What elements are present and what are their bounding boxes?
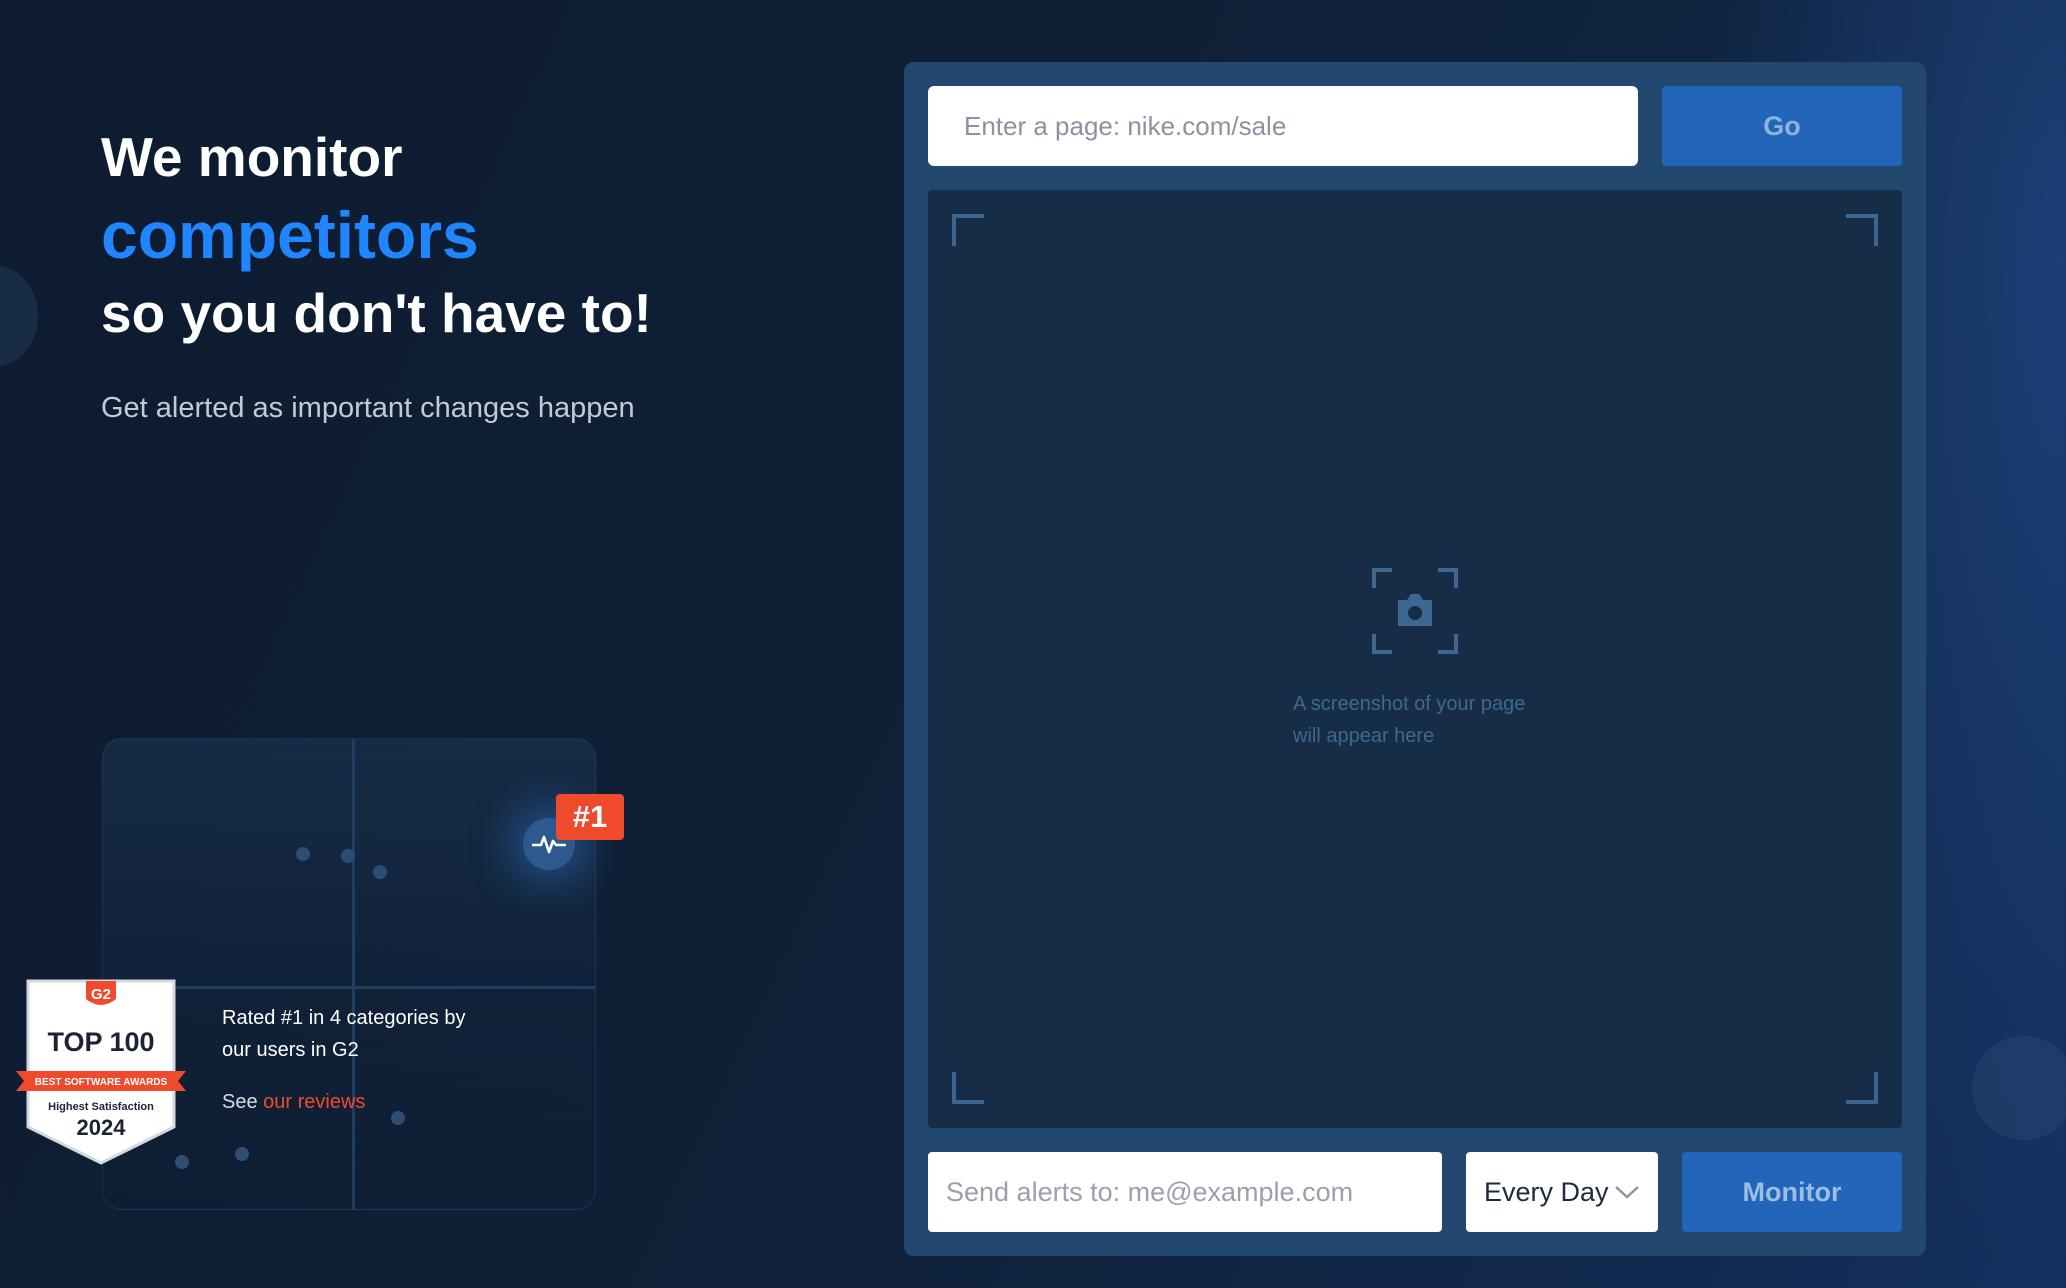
frame-corner-bottom-right	[1846, 1072, 1878, 1104]
decorative-circle-right	[1972, 1036, 2066, 1140]
g2-logo-text: G2	[91, 986, 111, 1003]
preview-placeholder-text: A screenshot of your page will appear he…	[1293, 693, 1526, 747]
camera-icon	[1372, 568, 1458, 654]
hero-title-highlight: competitors	[101, 198, 479, 272]
g2-award-badge: G2 TOP 100 BEST SOFTWARE AWARDS Highest …	[16, 979, 186, 1165]
grid-dot	[296, 847, 310, 861]
our-reviews-link[interactable]: our reviews	[263, 1091, 365, 1113]
screenshot-preview-area: A screenshot of your page will appear he…	[928, 190, 1902, 1128]
g2-rating-text: Rated #1 in 4 categories by our users in…	[222, 1007, 466, 1061]
frame-corner-top-left	[952, 214, 984, 246]
go-button[interactable]: Go	[1662, 86, 1902, 166]
grid-dot	[391, 1111, 405, 1125]
card-grid-horizontal-line	[173, 986, 595, 989]
hero-title-line3: so you don't have to!	[101, 282, 652, 344]
award-title: TOP 100	[47, 1027, 154, 1057]
reviews-line: See our reviews	[222, 1091, 365, 1114]
monitor-button[interactable]: Monitor	[1682, 1152, 1902, 1232]
grid-dot	[373, 865, 387, 879]
grid-dot	[235, 1147, 249, 1161]
alert-email-input[interactable]: Send alerts to: me@example.com	[928, 1152, 1442, 1232]
reviews-prefix: See	[222, 1091, 258, 1113]
chevron-down-icon	[1615, 1186, 1639, 1199]
monitor-panel: Enter a page: nike.com/sale Go A screens…	[904, 62, 1926, 1256]
hero-title-line1: We monitor	[101, 126, 403, 188]
award-ribbon-text: BEST SOFTWARE AWARDS	[35, 1077, 168, 1088]
grid-dot	[341, 849, 355, 863]
hero-title: We monitor competitors so you don't have…	[101, 120, 652, 350]
page-url-input[interactable]: Enter a page: nike.com/sale	[928, 86, 1638, 166]
rank-badge: #1	[556, 794, 624, 840]
award-year: 2024	[77, 1115, 127, 1140]
frequency-select[interactable]: Every Day	[1466, 1152, 1658, 1232]
hero-subtitle: Get alerted as important changes happen	[101, 392, 635, 424]
frequency-value: Every Day	[1484, 1176, 1609, 1207]
decorative-circle-left	[0, 266, 38, 366]
award-subtitle: Highest Satisfaction	[48, 1101, 154, 1113]
frame-corner-bottom-left	[952, 1072, 984, 1104]
frame-corner-top-right	[1846, 214, 1878, 246]
card-grid-vertical-line	[352, 739, 355, 1209]
